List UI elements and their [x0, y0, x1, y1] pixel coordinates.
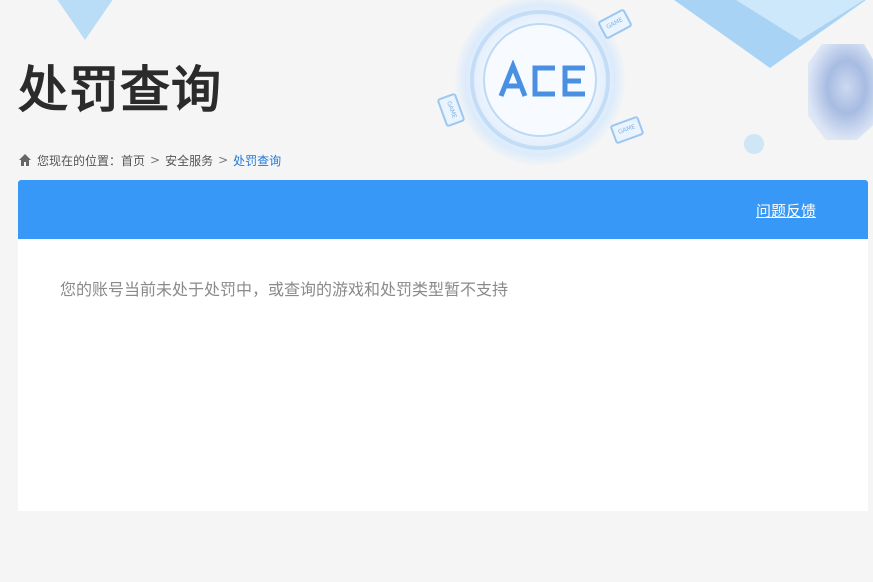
ace-logo-icon [498, 60, 585, 97]
panel-header-bar: 问题反馈 [18, 180, 868, 239]
feedback-link[interactable]: 问题反馈 [756, 200, 816, 221]
breadcrumb-separator: > [218, 153, 229, 167]
breadcrumb-separator: > [150, 153, 161, 167]
decor-dot [744, 134, 764, 154]
breadcrumb-security-service[interactable]: 安全服务 [165, 152, 213, 169]
breadcrumb-home[interactable]: 首页 [121, 152, 145, 169]
page-title: 处罚查询 [18, 61, 222, 119]
decor-triangle-left [30, 0, 140, 40]
result-message: 您的账号当前未处于处罚中，或查询的游戏和处罚类型暂不支持 [60, 280, 509, 299]
decor-triangle-right-light [720, 0, 873, 40]
result-panel: 问题反馈 您的账号当前未处于处罚中，或查询的游戏和处罚类型暂不支持 [18, 180, 868, 511]
breadcrumb: 您现在的位置： 首页 > 安全服务 > 处罚查询 [18, 152, 281, 168]
breadcrumb-current[interactable]: 处罚查询 [233, 152, 281, 169]
home-icon [19, 154, 31, 166]
breadcrumb-prefix: 您现在的位置： [37, 153, 122, 168]
character-illustration [808, 44, 873, 140]
